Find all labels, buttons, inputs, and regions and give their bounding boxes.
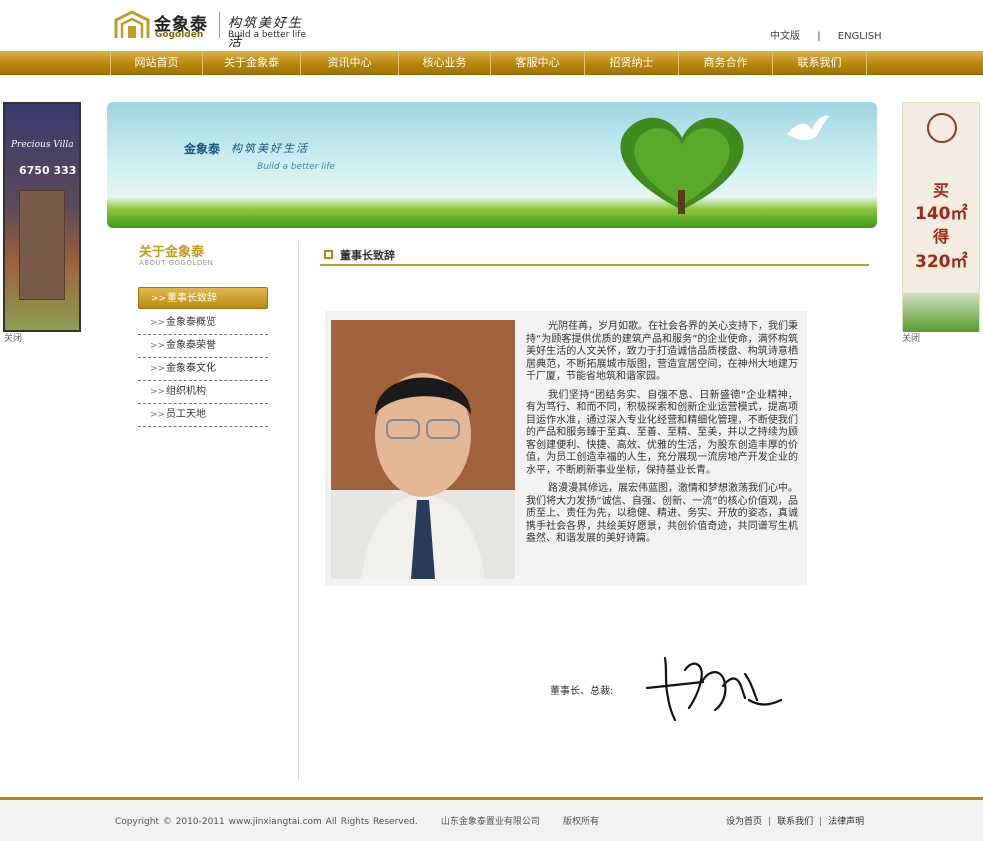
sidebar-title: 关于金象泰: [139, 245, 205, 260]
sidebar-item[interactable]: >> 金象泰概览: [138, 312, 268, 335]
sidebar-item[interactable]: >> 组织机构: [138, 381, 268, 404]
brand-name-en: Gogolden: [155, 30, 204, 40]
banner-slogan: 构筑美好生活: [231, 142, 309, 155]
sidebar-item-label: 金象泰文化: [166, 363, 216, 374]
header-banner: 金象泰 构筑美好生活 Build a better life: [107, 102, 877, 228]
ad-right-line4: 320㎡: [915, 252, 968, 272]
ad-left-building: [19, 190, 65, 300]
nav-item[interactable]: 招贤纳士: [585, 51, 679, 75]
ad-right-landscape: [903, 293, 979, 332]
letter-paragraph: 路漫漫其修远，展宏伟蓝图，激情和梦想激荡我们心中。我们将大力发扬“诚信、自强、创…: [526, 483, 798, 544]
language-switch: 中文版 | ENGLISH: [770, 27, 882, 42]
ad-right-line2: 140㎡: [915, 204, 968, 224]
title-underline: [320, 264, 869, 266]
gogolden-logo-icon: [114, 10, 150, 38]
sidebar-item-label: 组织机构: [166, 386, 206, 397]
double-chevron-icon: >>: [150, 387, 166, 397]
lang-en-link[interactable]: ENGLISH: [838, 31, 882, 42]
nav-item[interactable]: 资讯中心: [301, 51, 399, 75]
lang-cn-link[interactable]: 中文版: [770, 27, 800, 42]
copyright-text: Copyright © 2010-2011 www.jinxiangtai.co…: [115, 817, 600, 827]
sidebar-item[interactable]: >> 员工天地: [138, 404, 268, 427]
footer-links: 设为首页 | 联系我们 | 法律声明: [726, 814, 864, 827]
brand-slogan-en: Build a better life: [228, 30, 306, 40]
sidebar-item[interactable]: >> 金象泰荣誉: [138, 335, 268, 358]
double-chevron-icon: >>: [150, 410, 166, 420]
handwritten-signature: [645, 656, 783, 722]
ad-left-title: Precious Villa: [11, 140, 74, 150]
double-chevron-icon: >>: [150, 341, 166, 351]
ad-left-phone: 6750 333: [19, 164, 77, 177]
footer-link-divider: |: [768, 817, 772, 827]
square-bullet-icon: [324, 250, 333, 259]
sidebar-item[interactable]: >> 金象泰文化: [138, 358, 268, 381]
ad-right-close[interactable]: 关闭: [902, 331, 920, 344]
sidebar-item[interactable]: >> 董事长致辞: [138, 287, 268, 309]
site-logo[interactable]: 金象泰 Gogolden 构筑美好生活 Build a better life: [114, 10, 314, 50]
lang-divider: |: [817, 31, 821, 42]
right-floating-ad[interactable]: 买 140㎡ 得 320㎡: [902, 102, 980, 332]
banner-slogan-en: Build a better life: [257, 162, 335, 172]
ad-left-close[interactable]: 关闭: [4, 331, 22, 344]
footer-link[interactable]: 设为首页: [726, 817, 762, 827]
heart-tree-icon: [620, 117, 744, 214]
logo-divider: [219, 12, 220, 38]
ad-right-line1: 买: [933, 181, 950, 200]
letter-paragraph: 光阴荏苒，岁月如歌。在社会各界的关心支持下，我们秉持“为顾客提供优质的建筑产品和…: [526, 321, 798, 382]
sidebar-item-label: 员工天地: [166, 409, 206, 420]
dove-icon: [787, 115, 830, 141]
sidebar-subtitle: ABOUT GOGOLDEN: [139, 259, 214, 267]
left-floating-ad[interactable]: Precious Villa 6750 333: [3, 102, 81, 332]
nav-item[interactable]: 关于金象泰: [203, 51, 301, 75]
nav-item[interactable]: 联系我们: [773, 51, 867, 75]
signature-label: 董事长、总裁:: [550, 686, 614, 697]
page-title: 董事长致辞: [340, 249, 395, 262]
chairman-photo: [331, 320, 515, 579]
ad-right-line3: 得: [933, 227, 950, 246]
double-chevron-icon: >>: [151, 294, 167, 304]
nav-item[interactable]: 客服中心: [491, 51, 585, 75]
double-chevron-icon: >>: [150, 318, 166, 328]
sidebar-item-label: 董事长致辞: [167, 293, 217, 304]
sidebar-item-label: 金象泰概览: [166, 317, 216, 328]
nav-item[interactable]: 核心业务: [399, 51, 491, 75]
banner-brand: 金象泰: [184, 142, 221, 156]
sidebar-item-label: 金象泰荣誉: [166, 340, 216, 351]
sidebar-menu: >> 董事长致辞 >> 金象泰概览 >> 金象泰荣誉 >> 金象泰文化 >> 组织机构 >> 员工天地: [138, 287, 268, 427]
double-chevron-icon: >>: [150, 364, 166, 374]
chairman-letter: 光阴荏苒，岁月如歌。在社会各界的关心支持下，我们秉持“为顾客提供优质的建筑产品和…: [526, 321, 798, 552]
column-divider: [298, 241, 299, 781]
footer-link[interactable]: 法律声明: [828, 817, 864, 827]
chairman-portrait: [331, 320, 515, 579]
main-nav: 网站首页 关于金象泰 资讯中心 核心业务 客服中心 招贤纳士 商务合作 联系我们: [0, 51, 983, 75]
letter-paragraph: 我们坚持“团结务实、自强不息、日新盛德”企业精神，有为笃行、和而不同，积极探索和…: [526, 389, 798, 476]
footer-link-divider: |: [819, 817, 823, 827]
footer: Copyright © 2010-2011 www.jinxiangtai.co…: [0, 800, 983, 841]
nav-item[interactable]: 商务合作: [679, 51, 773, 75]
footer-link[interactable]: 联系我们: [777, 817, 813, 827]
ad-right-emblem-icon: [927, 113, 957, 143]
nav-item[interactable]: 网站首页: [110, 51, 203, 75]
